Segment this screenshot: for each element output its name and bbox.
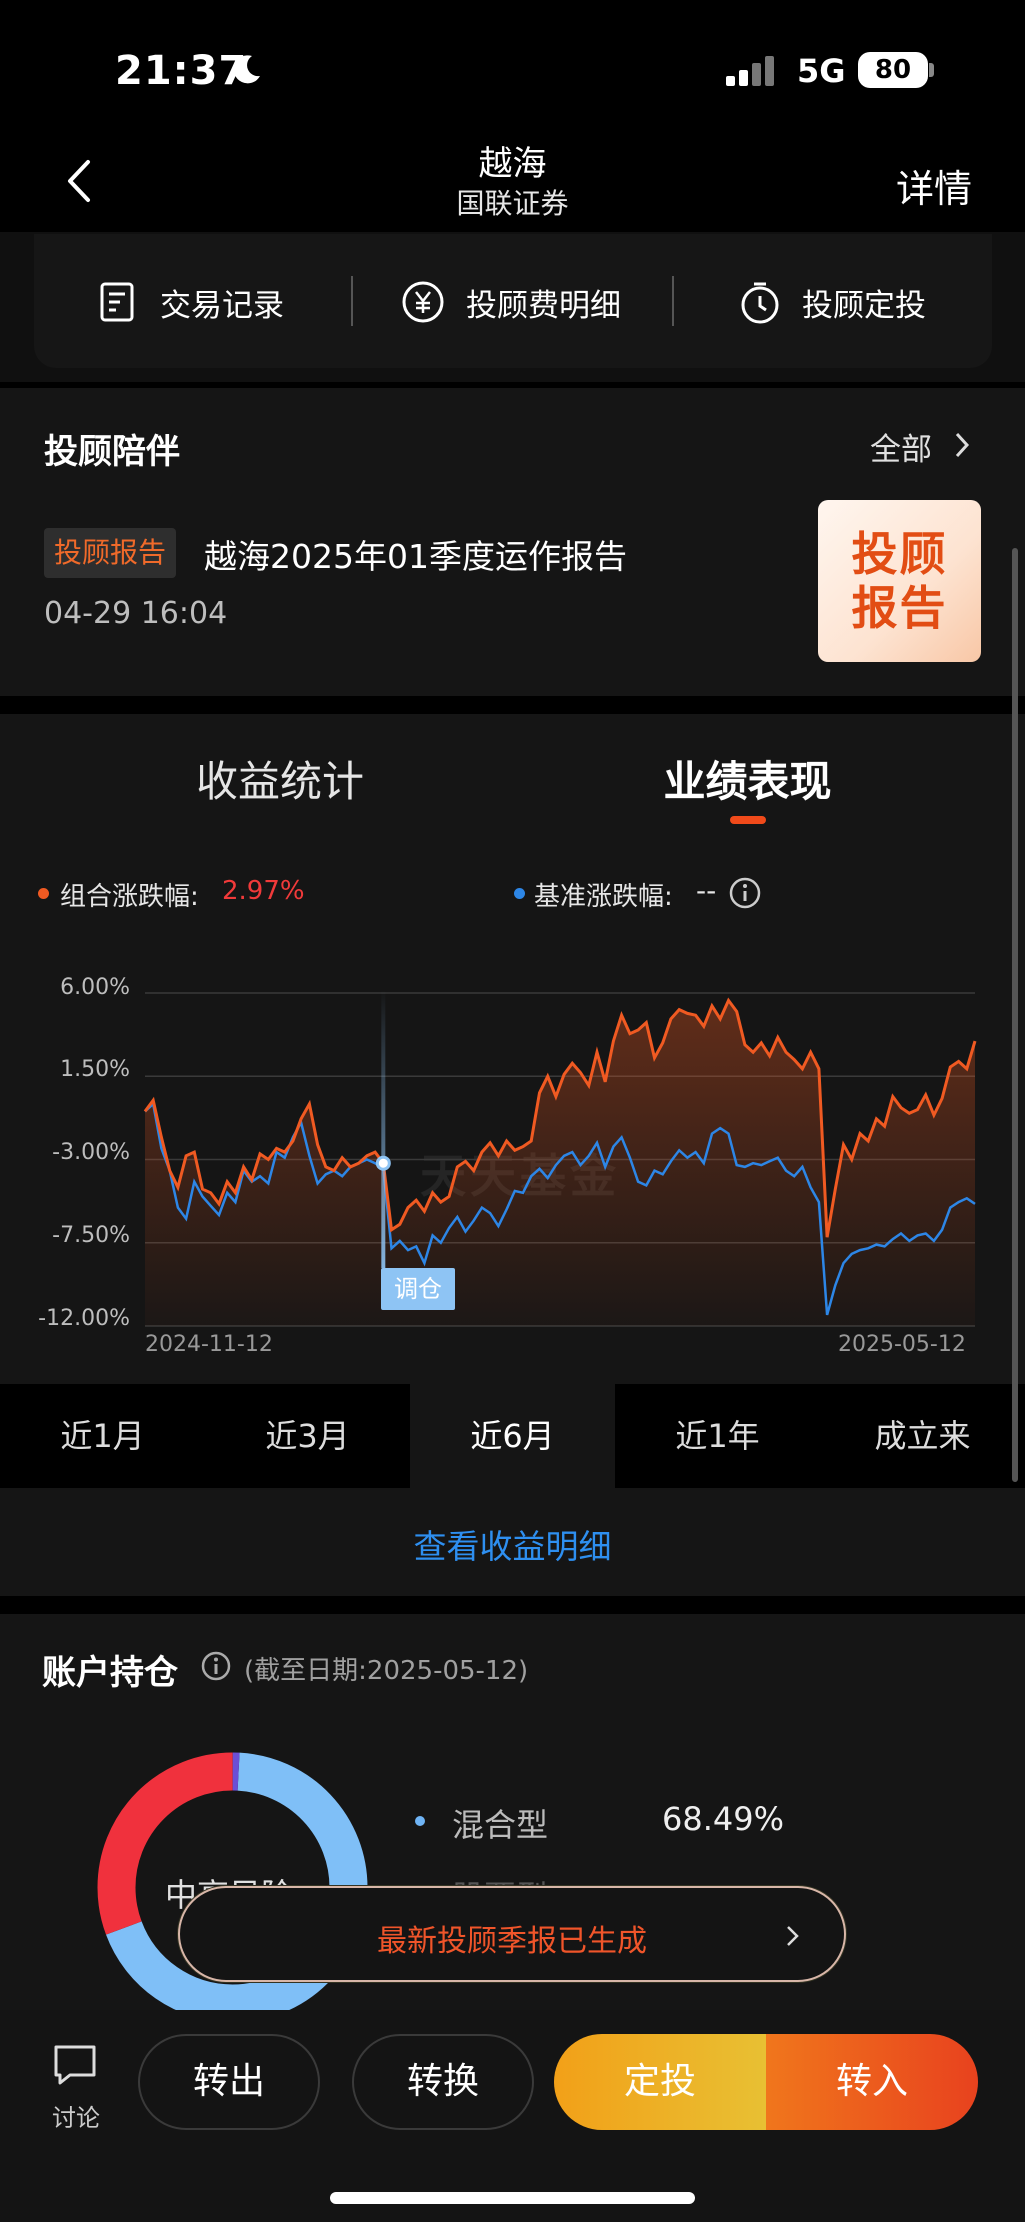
legend-mixed-dot — [415, 1816, 425, 1826]
page-title: 越海 — [478, 144, 547, 184]
y-tick-label: -12.00% — [38, 1306, 130, 1331]
income-detail-link[interactable]: 查看收益明细 — [0, 1520, 1025, 1568]
report-thumb-line1: 投顾 — [851, 527, 948, 581]
fixed-investment-button[interactable]: 定投 — [554, 2034, 766, 2130]
report-title[interactable]: 越海2025年01季度运作报告 — [204, 530, 627, 578]
report-thumbnail[interactable]: 投顾 报告 — [818, 500, 981, 662]
advisory-plan-button[interactable]: 投顾定投 — [738, 270, 926, 334]
yen-icon — [402, 281, 444, 323]
y-tick-label: -3.00% — [52, 1140, 130, 1165]
battery-tip — [929, 63, 934, 77]
advisory-fee-label: 投顾费明细 — [466, 287, 621, 324]
moon-icon — [233, 55, 260, 84]
holdings-title: 账户持仓 — [42, 1653, 178, 1693]
advisory-plan-label: 投顾定投 — [802, 287, 926, 324]
tab-underline — [730, 816, 766, 824]
rebalance-marker-line — [381, 990, 386, 1268]
advisor-title: 投顾陪伴 — [44, 432, 180, 472]
signal-icon — [726, 56, 776, 86]
detail-button[interactable]: 详情 — [896, 158, 972, 213]
tab-performance[interactable]: 业绩表现 — [560, 748, 935, 809]
holding-type-percent: 68.49% — [662, 1800, 785, 1838]
period-1y[interactable]: 近1年 — [615, 1384, 820, 1488]
transfer-in-button[interactable]: 转入 — [766, 2034, 978, 2130]
battery-icon: 80 — [858, 52, 928, 88]
info-icon[interactable] — [200, 1650, 232, 1682]
primary-button-group: 定投 转入 — [554, 2034, 978, 2130]
report-thumb-line2: 报告 — [851, 581, 948, 635]
portfolio-area — [145, 1000, 975, 1326]
y-tick-label: -7.50% — [52, 1223, 130, 1248]
rebalance-tag[interactable]: 调仓 — [381, 1268, 455, 1310]
holdings-date: (截至日期:2025-05-12) — [244, 1656, 529, 1686]
toast-text[interactable]: 最新投顾季报已生成 — [178, 1916, 846, 1960]
view-all-link[interactable]: 全部 — [870, 424, 932, 469]
advisory-fee-button[interactable]: 投顾费明细 — [400, 270, 621, 334]
network-type: 5G — [797, 52, 846, 90]
legend-portfolio-value: 2.97% — [222, 876, 305, 906]
convert-button[interactable]: 转换 — [352, 2034, 534, 2130]
report-time: 04-29 16:04 — [44, 596, 228, 631]
period-3m[interactable]: 近3月 — [205, 1384, 410, 1488]
timer-icon — [741, 282, 779, 324]
home-indicator[interactable] — [330, 2192, 695, 2204]
discuss-label[interactable]: 讨论 — [52, 2098, 100, 2133]
trade-record-button[interactable]: 交易记录 — [96, 270, 284, 334]
info-icon[interactable] — [728, 876, 762, 910]
legend-benchmark-value: -- — [696, 874, 717, 907]
legend-portfolio-label: 组合涨跌幅: — [60, 882, 199, 912]
scrollbar[interactable] — [1012, 548, 1018, 1482]
rebalance-marker-dot — [375, 1155, 391, 1171]
transfer-out-button[interactable]: 转出 — [138, 2034, 320, 2130]
page-subtitle: 国联证券 — [456, 187, 569, 220]
period-6m[interactable]: 近6月 — [410, 1384, 615, 1488]
legend-portfolio-dot — [38, 888, 49, 899]
y-tick-label: 6.00% — [60, 975, 130, 1000]
performance-chart[interactable] — [0, 950, 1025, 1350]
divider — [351, 276, 353, 326]
x-axis-start: 2024-11-12 — [145, 1332, 273, 1357]
period-1m[interactable]: 近1月 — [0, 1384, 205, 1488]
divider — [672, 276, 674, 326]
discuss-icon[interactable] — [52, 2042, 98, 2088]
legend-benchmark-dot — [514, 888, 525, 899]
period-since-inception[interactable]: 成立来 — [820, 1384, 1025, 1488]
chevron-right-icon[interactable] — [784, 1922, 802, 1950]
trade-record-label: 交易记录 — [160, 287, 284, 324]
holding-type-label: 混合型 — [452, 1806, 549, 1844]
chevron-right-icon[interactable] — [952, 430, 972, 460]
tab-income-stats[interactable]: 收益统计 — [0, 748, 560, 809]
legend-benchmark-label: 基准涨跌幅: — [534, 882, 673, 912]
report-tag: 投顾报告 — [44, 528, 177, 578]
status-time: 21:37 — [115, 48, 248, 94]
x-axis-end: 2025-05-12 — [838, 1332, 966, 1357]
y-tick-label: 1.50% — [60, 1057, 130, 1082]
receipt-icon — [100, 282, 134, 322]
